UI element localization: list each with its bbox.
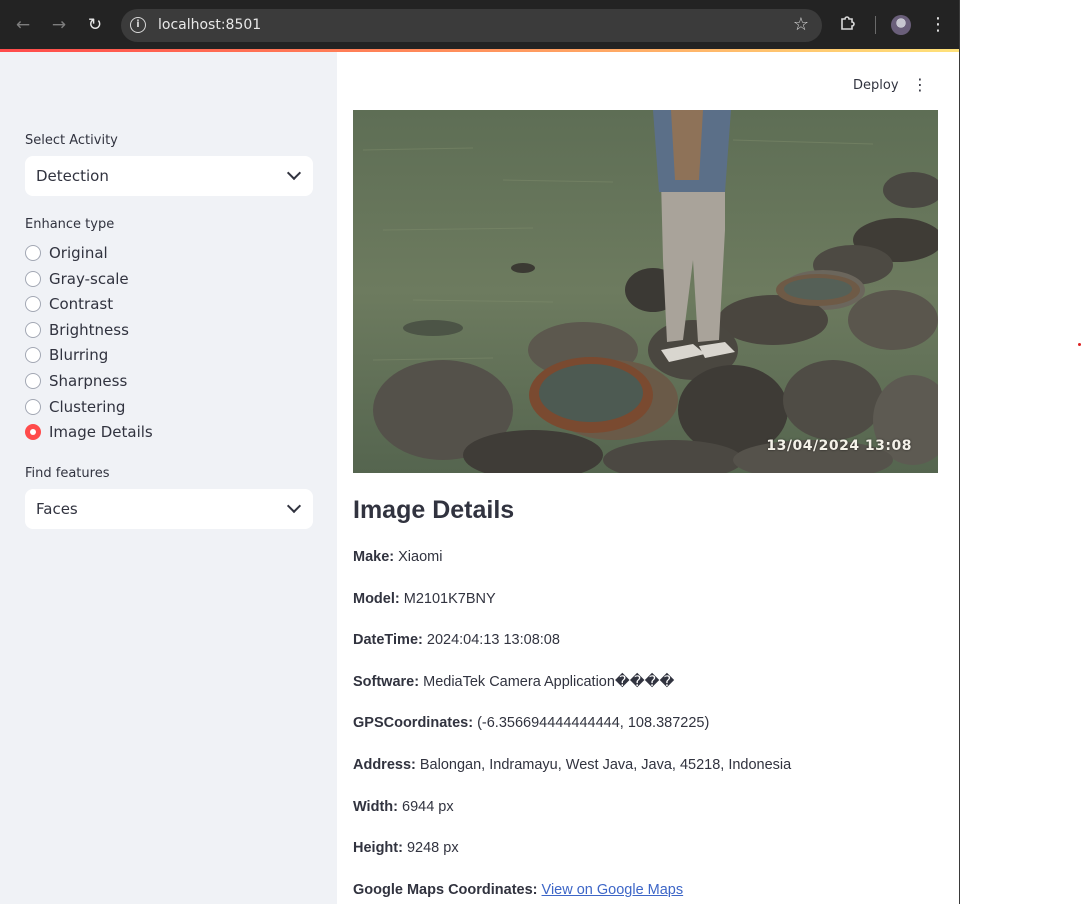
radio-gray-scale[interactable]: Gray-scale — [25, 268, 285, 290]
detail-height: Height: 9248 px — [353, 840, 459, 856]
radio-button-selected[interactable] — [25, 424, 41, 440]
radio-label: Original — [49, 244, 108, 262]
detail-datetime: DateTime: 2024:04:13 13:08:08 — [353, 632, 560, 648]
radio-label: Clustering — [49, 398, 126, 416]
detail-value: Balongan, Indramayu, West Java, Java, 45… — [419, 757, 792, 773]
select-activity-label: Select Activity — [25, 133, 118, 148]
main-menu-icon[interactable]: ⋮ — [912, 75, 928, 94]
forward-icon[interactable]: → — [47, 13, 71, 37]
detail-software: Software: MediaTek Camera Application���… — [353, 674, 674, 690]
radio-button[interactable] — [25, 245, 41, 261]
radio-label: Image Details — [49, 423, 153, 441]
puzzle-icon — [841, 16, 855, 30]
detail-key: DateTime: — [353, 632, 423, 648]
detail-key: Width: — [353, 799, 398, 815]
radio-blurring[interactable]: Blurring — [25, 344, 285, 366]
radio-brightness[interactable]: Brightness — [25, 319, 285, 341]
google-maps-link[interactable]: View on Google Maps — [542, 882, 684, 898]
detail-model: Model: M2101K7BNY — [353, 591, 496, 607]
features-select[interactable]: Faces — [25, 489, 313, 529]
reload-icon[interactable]: ↻ — [83, 13, 107, 37]
radio-contrast[interactable]: Contrast — [25, 293, 285, 315]
detail-value: MediaTek Camera Application���� — [423, 674, 675, 690]
radio-button[interactable] — [25, 399, 41, 415]
back-icon[interactable]: ← — [11, 13, 35, 37]
radio-sharpness[interactable]: Sharpness — [25, 370, 285, 392]
detail-key: Address: — [353, 757, 416, 773]
detail-value: Xiaomi — [398, 549, 443, 565]
sidebar: Select Activity Detection Enhance type O… — [0, 52, 337, 904]
detail-key: GPSCoordinates: — [353, 715, 474, 731]
detail-value: 9248 px — [406, 840, 459, 856]
radio-button[interactable] — [25, 373, 41, 389]
detail-gps: GPSCoordinates: (-6.356694444444444, 108… — [353, 715, 709, 731]
address-bar[interactable]: i localhost:8501 ☆ — [121, 9, 822, 42]
detail-value: (-6.356694444444444, 108.387225) — [477, 715, 710, 731]
address-url[interactable]: localhost:8501 — [158, 17, 261, 33]
detail-make: Make: Xiaomi — [353, 549, 442, 565]
activity-select[interactable]: Detection — [25, 156, 313, 196]
detail-value: 6944 px — [402, 799, 454, 815]
detail-key: Google Maps Coordinates: — [353, 882, 538, 898]
radio-label: Contrast — [49, 295, 114, 313]
radio-label: Brightness — [49, 321, 129, 339]
radio-label: Sharpness — [49, 372, 128, 390]
profile-avatar[interactable] — [891, 15, 911, 35]
radio-button[interactable] — [25, 322, 41, 338]
radio-label: Blurring — [49, 346, 109, 364]
features-select-value: Faces — [36, 500, 78, 518]
detail-width: Width: 6944 px — [353, 799, 454, 815]
photo-timestamp: 13/04/2024 13:08 — [766, 438, 912, 454]
enhance-type-label: Enhance type — [25, 217, 115, 232]
radio-button[interactable] — [25, 347, 41, 363]
toolbar-divider — [875, 16, 876, 34]
chevron-down-icon — [286, 498, 302, 514]
browser-window: ← → ↻ i localhost:8501 ☆ ⋮ Select Activi… — [0, 0, 960, 904]
site-info-icon[interactable]: i — [130, 17, 146, 33]
browser-toolbar: ← → ↻ i localhost:8501 ☆ ⋮ — [0, 0, 959, 50]
detail-key: Model: — [353, 591, 400, 607]
detail-key: Software: — [353, 674, 420, 690]
detail-value: M2101K7BNY — [403, 591, 496, 607]
image-details-heading: Image Details — [353, 496, 515, 524]
radio-image-details[interactable]: Image Details — [25, 421, 285, 443]
detail-address: Address: Balongan, Indramayu, West Java,… — [353, 757, 791, 773]
detail-key: Make: — [353, 549, 395, 565]
find-features-label: Find features — [25, 466, 110, 481]
extensions-icon[interactable] — [838, 13, 860, 35]
photo-image — [353, 110, 938, 473]
radio-clustering[interactable]: Clustering — [25, 396, 285, 418]
radio-label: Gray-scale — [49, 270, 129, 288]
activity-select-value: Detection — [36, 167, 109, 185]
detail-key: Height: — [353, 840, 403, 856]
chevron-down-icon — [286, 165, 302, 181]
bookmark-star-icon[interactable]: ☆ — [793, 14, 809, 35]
cursor-dot — [1078, 343, 1081, 346]
radio-button[interactable] — [25, 271, 41, 287]
radio-button[interactable] — [25, 296, 41, 312]
detail-value: 2024:04:13 13:08:08 — [426, 632, 560, 648]
detail-google-maps: Google Maps Coordinates: View on Google … — [353, 882, 683, 898]
radio-original[interactable]: Original — [25, 242, 285, 264]
deploy-button[interactable]: Deploy — [853, 78, 899, 93]
uploaded-photo: 13/04/2024 13:08 — [353, 110, 938, 473]
main-content: Deploy ⋮ 13/04/2024 13:08 Image Details … — [337, 52, 959, 904]
browser-menu-icon[interactable]: ⋮ — [928, 14, 948, 35]
